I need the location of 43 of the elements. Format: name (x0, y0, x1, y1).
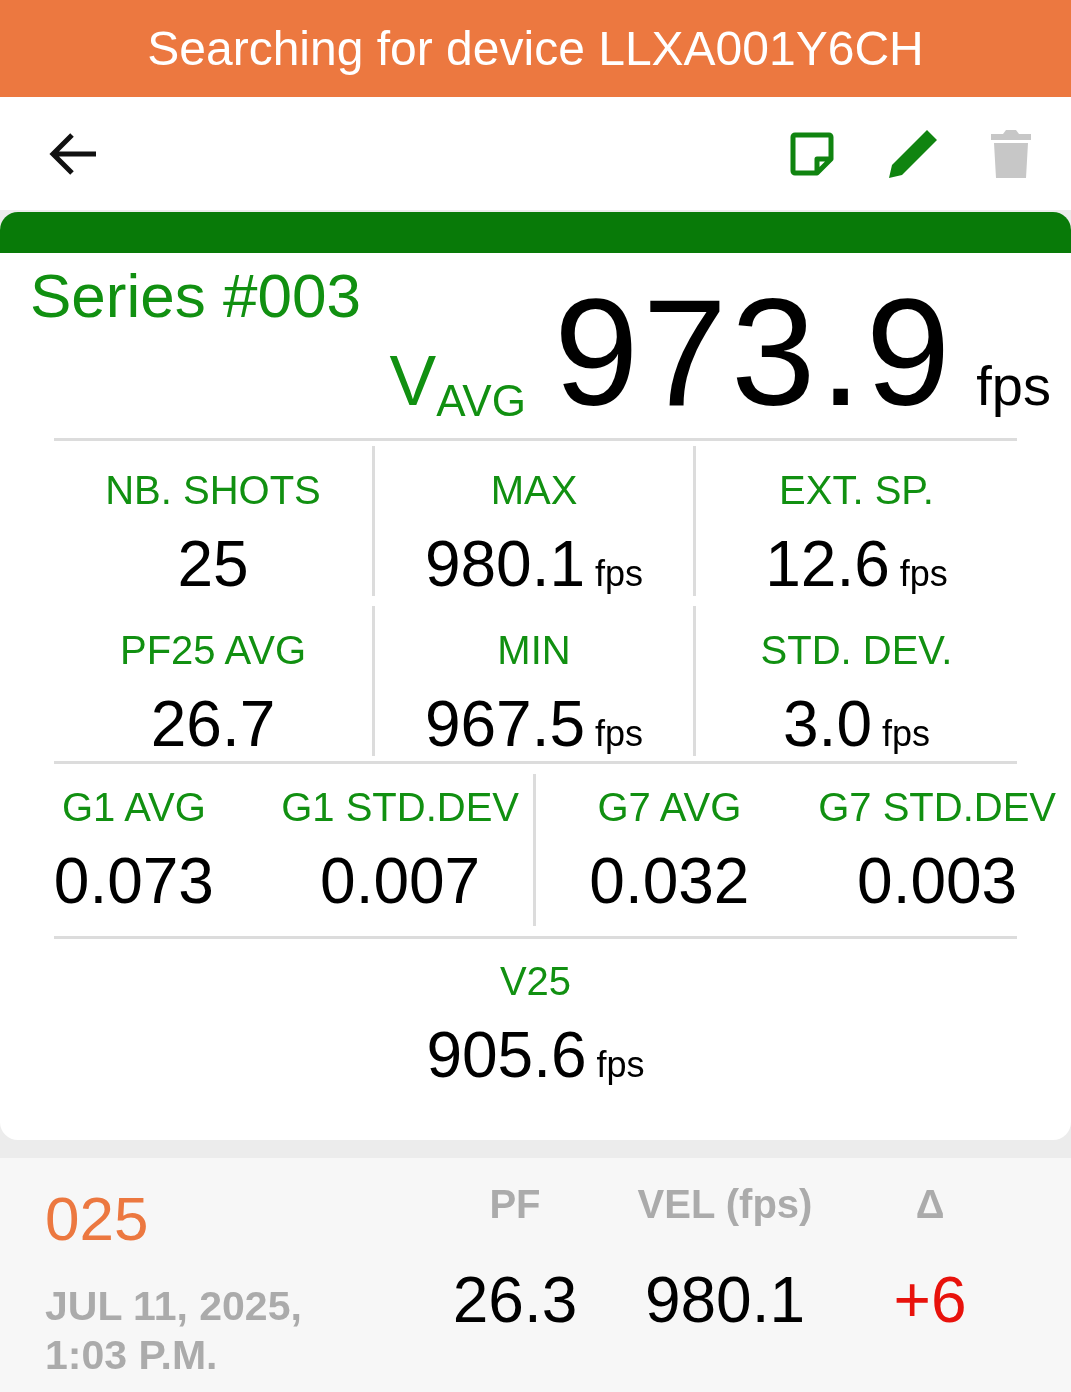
shot-value: 980.1 (644, 1268, 806, 1332)
stat-label: NB. SHOTS (105, 470, 321, 510)
stat-label: MIN (497, 630, 571, 670)
stat-value: 980.1 (424, 532, 586, 596)
stat-value: 967.5 (424, 692, 586, 756)
unit-label: fps (595, 552, 644, 596)
unit-label: fps (976, 353, 1051, 419)
stat-value: 26.7 (150, 692, 276, 756)
stat-label: G1 STD.DEV (281, 787, 520, 827)
shot-value: 26.3 (452, 1268, 578, 1332)
stat-value: 0.003 (857, 849, 1018, 913)
stat-value: 0.032 (589, 849, 750, 913)
column-header: VEL (fps) (637, 1184, 813, 1224)
stat-label: MAX (490, 470, 578, 510)
shot-number: 025 (45, 1188, 150, 1250)
stat-label: STD. DEV. (760, 630, 953, 670)
unit-label: fps (881, 712, 930, 756)
unit-label: fps (899, 552, 948, 596)
note-icon[interactable] (789, 130, 835, 177)
back-icon[interactable] (48, 131, 98, 176)
shot-value: +6 (893, 1268, 967, 1332)
series-title: Series #003 (30, 265, 361, 327)
stat-value: 25 (177, 532, 249, 596)
stat-label: G7 STD.DEV (818, 787, 1057, 827)
stat-value: 3.0 (783, 692, 872, 756)
stat-value: 12.6 (765, 532, 890, 596)
average-label: V$_{AVG}$ (389, 341, 526, 427)
unit-label: fps (596, 1043, 645, 1087)
unit-label: fps (595, 712, 644, 756)
stat-label: G7 AVG (597, 787, 742, 827)
column-header: Δ (915, 1184, 945, 1224)
stat-label: PF25 AVG (120, 630, 306, 670)
stat-value: 905.6 (426, 1023, 587, 1087)
shot-date: JUL 11, 2025, 1:03 P.M. (45, 1282, 303, 1381)
status-banner-text: Searching for device LLXA001Y6CH (147, 20, 924, 77)
stat-label: EXT. SP. (779, 470, 934, 510)
average-velocity: 973.9 (553, 276, 955, 428)
stat-label: V25 (499, 961, 572, 1001)
column-header: PF (489, 1184, 541, 1224)
pencil-icon[interactable] (887, 127, 939, 180)
stat-value: 0.007 (320, 849, 481, 913)
stat-value: 0.073 (53, 849, 214, 913)
stat-label: G1 AVG (62, 787, 206, 827)
